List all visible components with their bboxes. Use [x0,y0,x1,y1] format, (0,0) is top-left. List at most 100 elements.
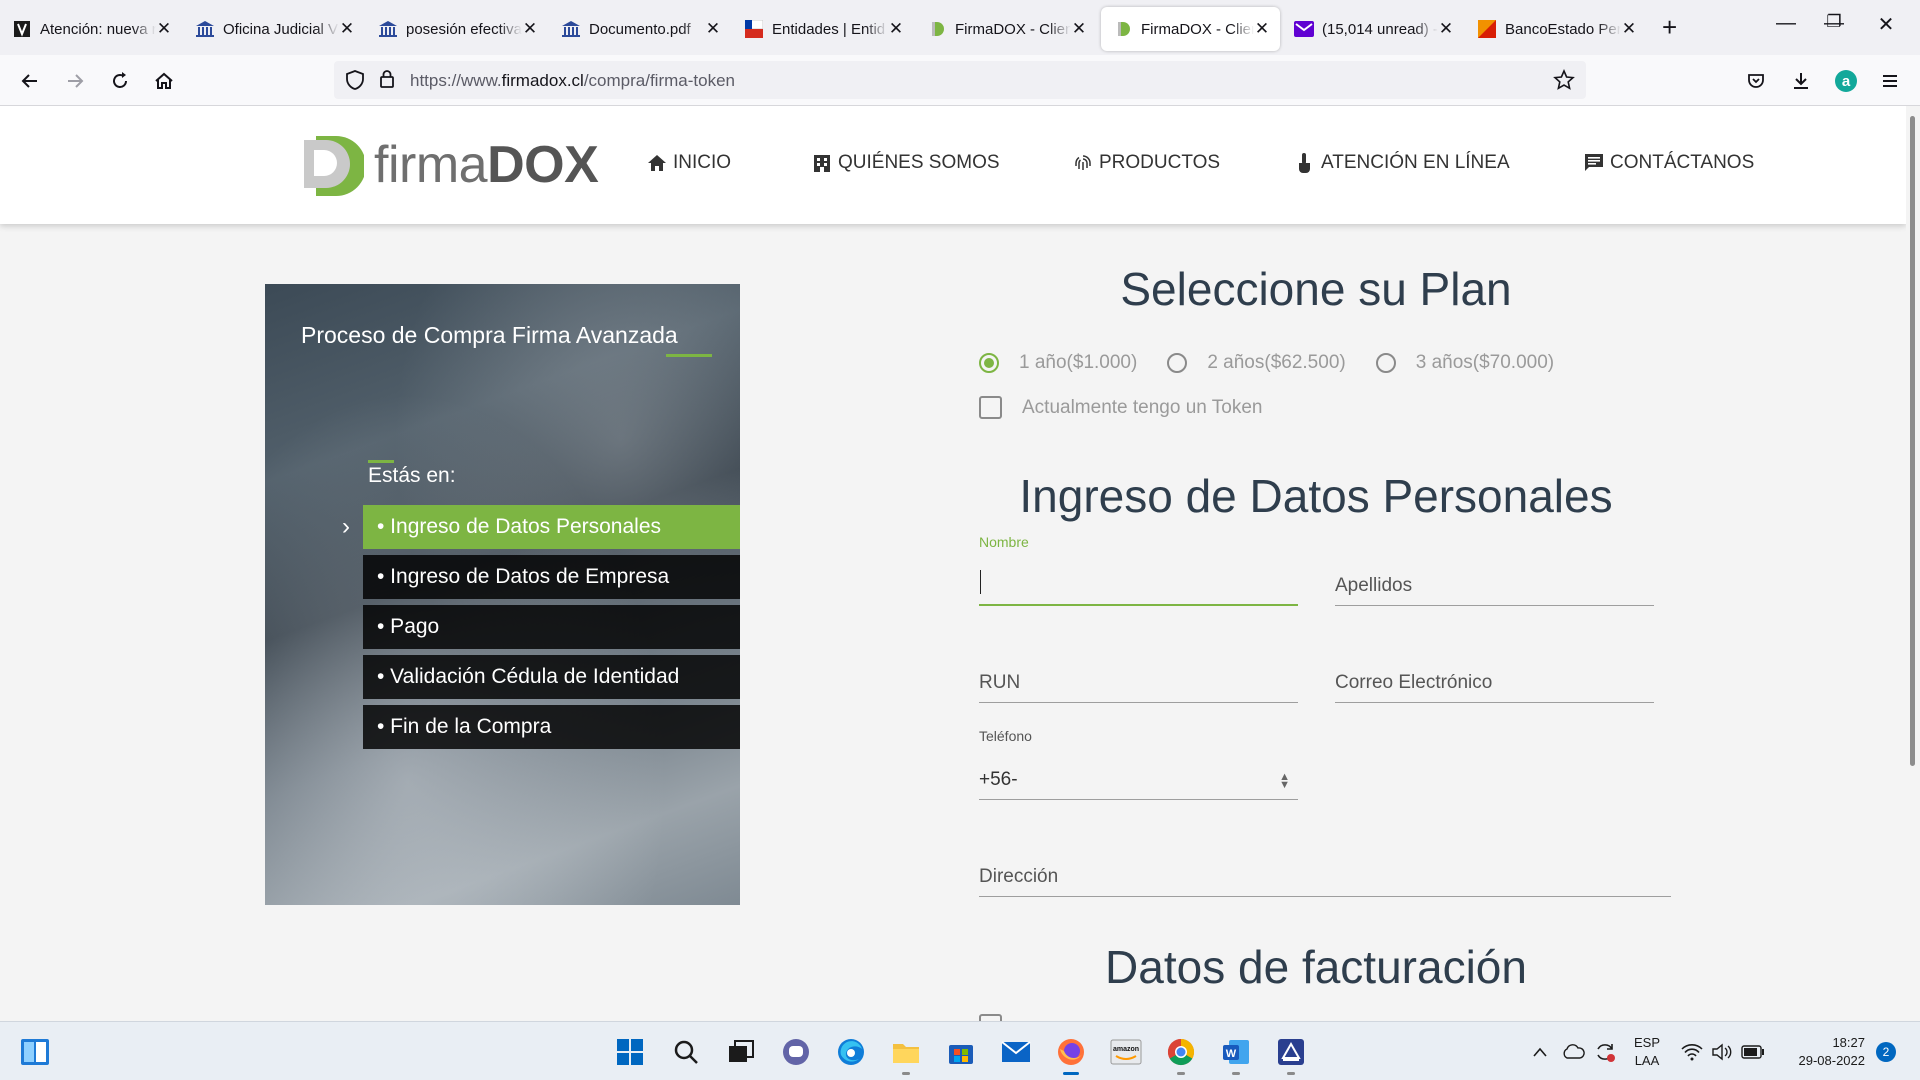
address-bar[interactable]: https://www.firmadox.cl/compra/firma-tok… [334,61,1586,99]
tab-2[interactable]: posesión efectiva ✕ [366,7,548,51]
account-avatar-icon[interactable]: a [1830,65,1862,97]
close-tab-icon[interactable]: ✕ [339,19,355,39]
telefono-field[interactable]: Teléfono +56- ▲ ▼ [979,728,1298,800]
shield-icon[interactable] [345,69,365,96]
keyboard-language[interactable]: ESP LAA [1627,1034,1667,1070]
word-icon[interactable]: W [1217,1033,1255,1075]
plan-radio-2[interactable] [1167,353,1188,373]
onedrive-cloud-icon[interactable] [1558,1033,1588,1071]
widgets-icon[interactable] [16,1033,54,1071]
new-tab-icon[interactable]: + [1662,12,1677,43]
tab-0[interactable]: Atención: nueva r ✕ [0,7,182,51]
tab-4[interactable]: Entidades | Entid ✕ [732,7,914,51]
token-checkbox[interactable] [979,396,1002,419]
reload-icon[interactable] [104,65,136,97]
close-tab-icon[interactable]: ✕ [1071,19,1087,39]
windows-start-icon[interactable] [611,1033,649,1071]
close-tab-icon[interactable]: ✕ [522,19,538,39]
direccion-field[interactable]: Dirección [979,857,1671,897]
tab-1[interactable]: Oficina Judicial V ✕ [183,7,365,51]
purchase-process-panel: Proceso de Compra Firma Avanzada Estás e… [265,284,740,905]
tab-8[interactable]: BancoEstado Per ✕ [1465,7,1647,51]
running-indicator [1287,1072,1295,1075]
wifi-icon[interactable] [1678,1033,1706,1071]
correo-field[interactable]: Correo Electrónico [1335,663,1654,703]
forward-icon[interactable] [59,65,91,97]
close-tab-icon[interactable]: ✕ [705,19,721,39]
clock[interactable]: 18:27 29-08-2022 [1775,1034,1866,1070]
chat-message-icon [1584,153,1604,173]
svg-text:W: W [1226,1048,1237,1060]
amazon-icon[interactable]: amazon [1107,1033,1145,1071]
apellidos-field[interactable]: Apellidos [1335,566,1654,606]
logo-text-light: firma [374,136,488,194]
close-window-icon[interactable]: ✕ [1866,12,1906,37]
file-explorer-icon[interactable] [887,1033,925,1075]
tab-7[interactable]: (15,014 unread) - ✕ [1282,7,1464,51]
correo-label: Correo Electrónico [1335,672,1493,693]
plan-radio-1[interactable] [979,353,999,373]
lock-icon[interactable] [379,69,395,94]
run-field[interactable]: RUN [979,663,1298,703]
telefono-label: Teléfono [979,728,1032,744]
firmadox-logo[interactable]: firmaDOX [300,130,599,200]
plan-title: Seleccione su Plan [1120,263,1512,315]
close-tab-icon[interactable]: ✕ [156,19,172,39]
restore-icon[interactable]: ❐ [1814,12,1854,32]
volume-icon[interactable] [1708,1033,1736,1071]
minimize-icon[interactable]: — [1766,12,1806,35]
mail-app-icon[interactable] [997,1033,1035,1071]
menu-hamburger-icon[interactable] [1874,65,1906,97]
nombre-field[interactable]: Nombre [979,534,1298,606]
notification-badge[interactable]: 2 [1876,1042,1896,1062]
menu-inicio-label: INICIO [673,152,732,173]
site-header: firmaDOX INICIO QUIÉNES SOMOS PRODUCTOS … [0,106,1906,224]
menu-contactanos[interactable]: CONTÁCTANOS [1584,152,1754,174]
microsoft-store-icon[interactable] [942,1033,980,1071]
firefox-icon[interactable] [1052,1033,1090,1075]
chevron-up-icon[interactable] [1526,1033,1554,1071]
tab-6-active[interactable]: FirmaDOX - Clien ✕ [1101,7,1280,51]
process-title: Proceso de Compra Firma Avanzada [301,322,678,348]
billing-checkbox[interactable] [979,1014,1002,1021]
bookmark-star-icon[interactable] [1553,68,1575,96]
menu-productos-label: PRODUCTOS [1099,152,1221,173]
number-spinner-icon[interactable]: ▲ ▼ [1279,772,1290,791]
firmadox-icon [927,19,947,39]
sandbox-app-icon[interactable] [1272,1033,1310,1075]
edge-browser-icon[interactable] [832,1033,870,1071]
menu-quienes-somos[interactable]: QUIÉNES SOMOS [812,152,1000,174]
plan-label-1[interactable]: 1 año($1.000) [1019,352,1137,374]
close-tab-icon[interactable]: ✕ [1621,19,1637,39]
tab-3[interactable]: Documento.pdf ✕ [549,7,731,51]
plan-radio-3[interactable] [1375,353,1396,373]
plan-label-2[interactable]: 2 años($62.500) [1207,352,1345,374]
back-icon[interactable] [14,65,46,97]
menu-atencion-en-linea[interactable]: ATENCIÓN EN LÍNEA [1295,152,1510,174]
menu-quienes-label: QUIÉNES SOMOS [838,152,1000,173]
pocket-icon[interactable] [1740,65,1772,97]
task-view-icon[interactable] [722,1033,760,1071]
tab-title: BancoEstado Per [1505,20,1621,38]
plan-label-3[interactable]: 3 años($70.000) [1416,352,1554,374]
close-tab-icon[interactable]: ✕ [888,19,904,39]
token-label[interactable]: Actualmente tengo un Token [1022,397,1263,419]
navigation-bar: https://www.firmadox.cl/compra/firma-tok… [0,55,1920,106]
close-tab-icon[interactable]: ✕ [1254,19,1270,39]
chrome-icon[interactable] [1162,1033,1200,1075]
downloads-icon[interactable] [1785,65,1817,97]
close-tab-icon[interactable]: ✕ [1438,19,1454,39]
tab-5[interactable]: FirmaDOX - Clien ✕ [915,7,1097,51]
teams-chat-icon[interactable] [777,1033,815,1071]
chevron-right-icon: › [342,513,350,540]
menu-inicio[interactable]: INICIO [647,152,731,174]
battery-icon[interactable] [1738,1033,1768,1071]
home-icon[interactable] [148,65,180,97]
home-icon [647,153,667,173]
step-validacion-cedula: • Validación Cédula de Identidad [363,655,740,699]
menu-productos[interactable]: PRODUCTOS [1073,152,1220,174]
page-scrollbar[interactable] [1906,106,1920,1021]
search-icon[interactable] [667,1033,705,1071]
sync-icon[interactable] [1590,1033,1620,1071]
scrollbar-thumb[interactable] [1910,116,1915,766]
